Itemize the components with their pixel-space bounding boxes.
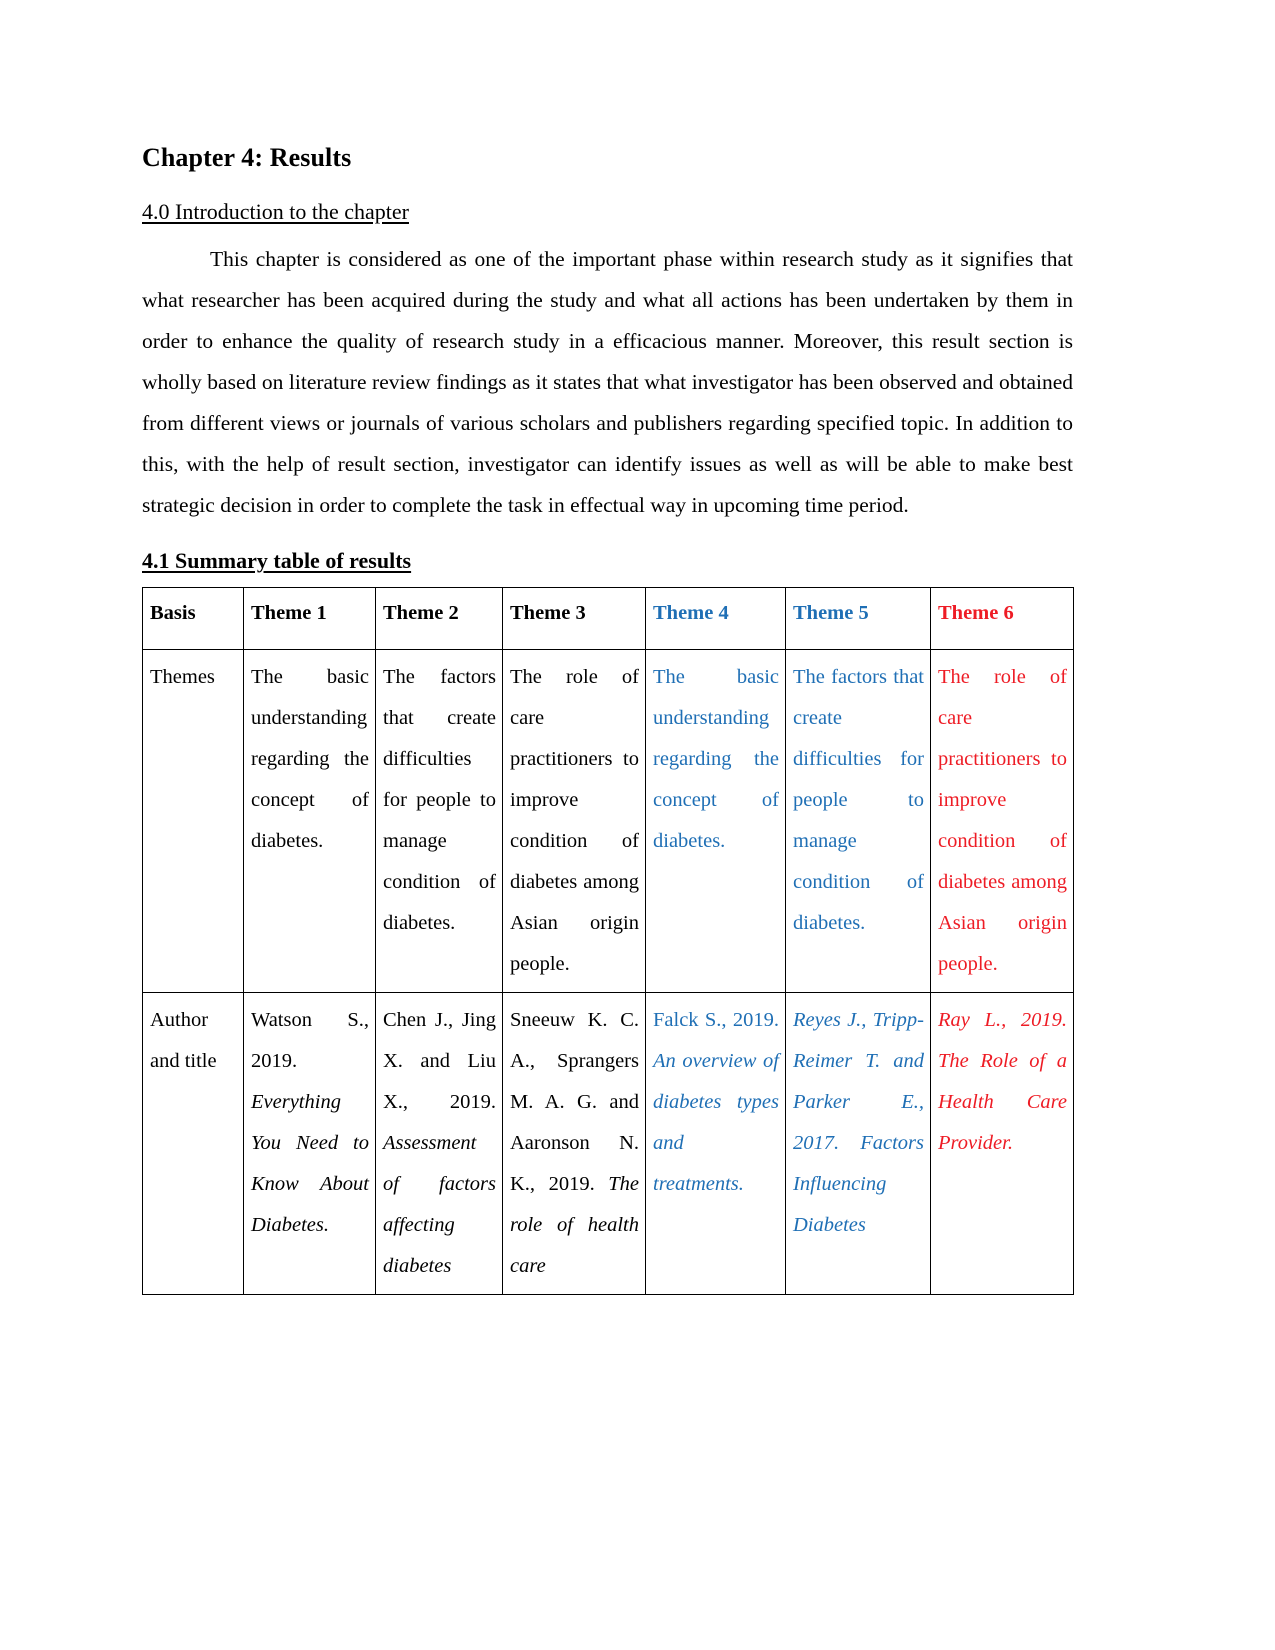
section-heading-4-1: 4.1 Summary table of results [142,548,412,574]
cell-themes-theme-1: The basic understanding regarding the co… [243,648,376,993]
document-page: Chapter 4: Results 4.0 Introduction to t… [0,0,1275,1650]
table-row: Themes The basic understanding regarding… [142,648,1074,993]
cell-author-theme-1: Watson S., 2019. Everything You Need to … [243,991,376,1295]
table-header-theme-6: Theme 6 [930,586,1074,650]
cell-author-theme-5: Reyes J., Tripp-Reimer T. and Parker E.,… [785,991,931,1295]
author-roman: Falck S., 2019. [653,1008,779,1031]
author-title-italic: Ray L., 2019. The Role of a Health Care … [938,1008,1067,1154]
author-roman: Sneeuw K. C. A., Sprangers M. A. G. and … [510,1008,639,1195]
row-label-themes: Themes [142,648,244,993]
table-header-theme-4: Theme 4 [645,586,786,650]
author-roman: Watson S., 2019. [251,1008,369,1072]
cell-author-theme-3: Sneeuw K. C. A., Sprangers M. A. G. and … [502,991,646,1295]
cell-themes-theme-5: The factors that create difficulties for… [785,648,931,993]
cell-author-theme-6: Ray L., 2019. The Role of a Health Care … [930,991,1074,1295]
author-title-italic: An overview of diabetes types and treatm… [653,1049,779,1195]
summary-results-table: Basis Theme 1 Theme 2 Theme 3 Theme 4 Th… [142,586,1074,1295]
table-header-row: Basis Theme 1 Theme 2 Theme 3 Theme 4 Th… [142,586,1074,650]
cell-themes-theme-4: The basic understanding regarding the co… [645,648,786,993]
cell-themes-theme-2: The factors that create difficulties for… [375,648,503,993]
cell-themes-theme-3: The role of care practitioners to improv… [502,648,646,993]
row-label-author-and-title: Author and title [142,991,244,1295]
cell-author-theme-4: Falck S., 2019. An overview of diabetes … [645,991,786,1295]
cell-author-theme-2: Chen J., Jing X. and Liu X., 2019. Asses… [375,991,503,1295]
author-title-italic: Reyes J., Tripp-Reimer T. and Parker E.,… [793,1008,924,1236]
page-title: Chapter 4: Results [142,143,352,172]
author-roman: Chen J., Jing X. and Liu X., 2019. [383,1008,496,1113]
cell-themes-theme-6: The role of care practitioners to improv… [930,648,1074,993]
table-header-theme-2: Theme 2 [375,586,503,650]
table-header-theme-1: Theme 1 [243,586,376,650]
table-row: Author and title Watson S., 2019. Everyt… [142,991,1074,1295]
section-heading-4-0: 4.0 Introduction to the chapter [142,198,409,224]
table-header-theme-5: Theme 5 [785,586,931,650]
table-header-theme-3: Theme 3 [502,586,646,650]
author-title-italic: Assessment of factors affecting diabetes [383,1131,496,1277]
intro-paragraph: This chapter is considered as one of the… [142,247,1073,518]
author-title-italic: Everything You Need to Know About Diabet… [251,1090,369,1236]
table-header-basis: Basis [142,586,244,650]
